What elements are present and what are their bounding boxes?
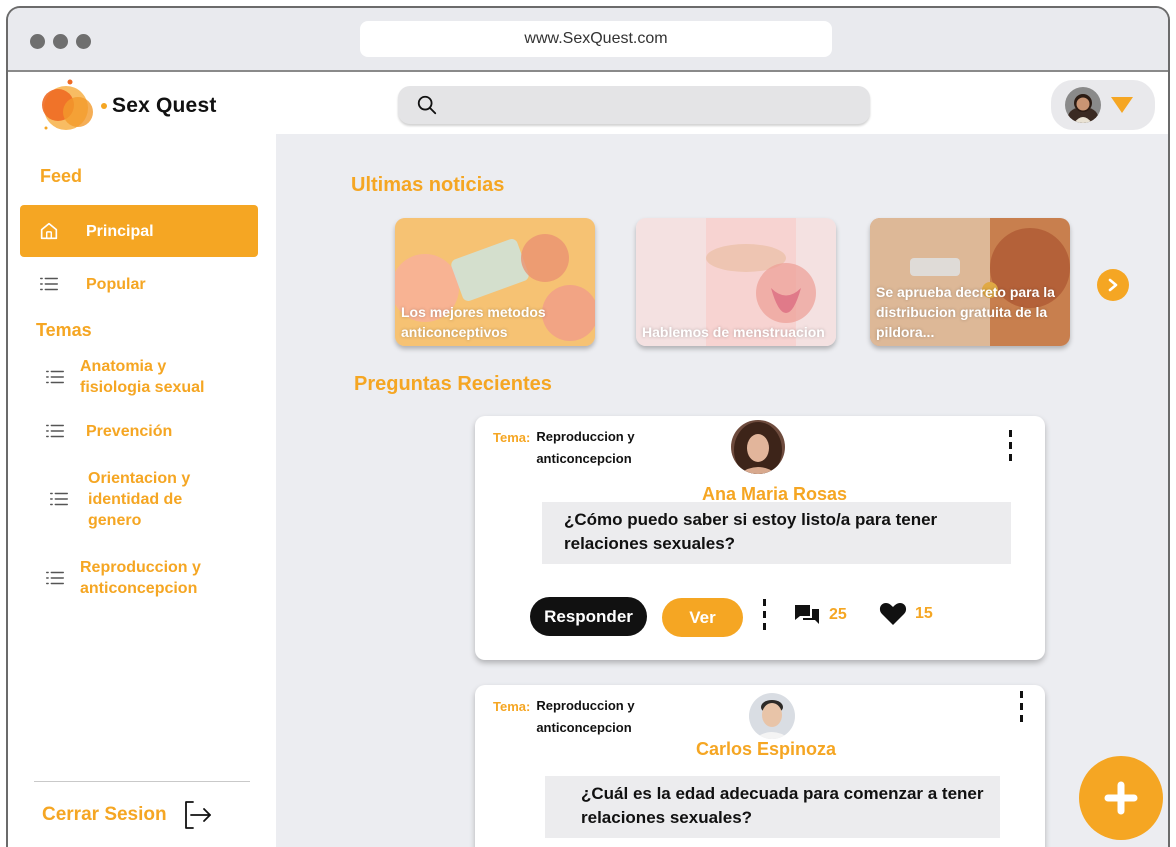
home-icon xyxy=(40,222,58,240)
sidebar-item-label: Prevención xyxy=(86,422,173,440)
window-dot[interactable] xyxy=(30,34,45,49)
more-options-icon[interactable] xyxy=(763,599,767,630)
browser-window: www.SexQuest.com Sex Quest Feed Principa… xyxy=(6,6,1170,847)
question-topic: Tema: Reproduccion y anticoncepcion xyxy=(493,698,646,739)
question-topic: Tema: Reproduccion y anticoncepcion xyxy=(493,429,646,470)
sidebar-item-principal[interactable]: Principal xyxy=(20,205,258,257)
question-text: ¿Cuál es la edad adecuada para comenzar … xyxy=(545,776,1000,838)
sidebar-heading-topics: Temas xyxy=(36,320,92,340)
sidebar-item-label: Orientacion y identidad de genero xyxy=(88,469,191,529)
window-controls xyxy=(30,34,91,49)
sidebar-heading-feed: Feed xyxy=(40,166,83,186)
address-bar[interactable]: www.SexQuest.com xyxy=(360,21,832,57)
news-card[interactable]: Hablemos de menstruacion xyxy=(636,218,836,346)
sidebar-item-reproduccion[interactable]: Reproduccion y anticoncepcion xyxy=(20,556,258,600)
comments-icon xyxy=(795,605,819,624)
list-icon xyxy=(46,370,64,384)
news-caption: Hablemos de menstruacion xyxy=(642,324,825,340)
question-card: Tema: Reproduccion y anticoncepcion Carl… xyxy=(475,685,1045,847)
sidebar-divider xyxy=(34,781,250,782)
question-card: Tema: Reproduccion y anticoncepcion Ana … xyxy=(475,416,1045,660)
avatar[interactable] xyxy=(731,420,785,474)
question-text: ¿Cómo puedo saber si estoy listo/a para … xyxy=(542,502,1011,564)
sidebar-item-label: Anatomia y fisiologia sexual xyxy=(80,358,205,396)
add-question-button[interactable] xyxy=(1079,756,1163,840)
topic-value[interactable]: Reproduccion y anticoncepcion xyxy=(536,695,646,739)
chevron-down-icon xyxy=(1111,97,1133,113)
sidebar-item-label: Principal xyxy=(86,222,154,240)
plus-icon xyxy=(1104,781,1138,815)
sidebar-item-prevencion[interactable]: Prevención xyxy=(20,418,258,444)
likes-value: 15 xyxy=(915,605,933,622)
avatar[interactable] xyxy=(749,693,795,739)
topic-value[interactable]: Reproduccion y anticoncepcion xyxy=(536,426,646,470)
sidebar: Feed Principal Popular Temas Anatomia y … xyxy=(8,134,276,847)
question-author[interactable]: Carlos Espinoza xyxy=(696,739,836,760)
list-icon xyxy=(40,277,58,291)
logout-button[interactable]: Cerrar Sesion xyxy=(42,798,215,832)
news-section-title: Ultimas noticias xyxy=(351,174,505,196)
user-menu-button[interactable] xyxy=(1051,80,1155,130)
news-card[interactable]: Los mejores metodos anticonceptivos xyxy=(395,218,595,346)
list-icon xyxy=(46,424,64,438)
sidebar-item-label: Popular xyxy=(86,275,146,293)
comments-value: 25 xyxy=(829,606,847,623)
logout-icon xyxy=(184,801,211,829)
sidebar-item-orientacion[interactable]: Orientacion y identidad de genero xyxy=(20,466,258,532)
comments-count[interactable]: 25 xyxy=(793,602,847,628)
list-icon xyxy=(50,492,68,506)
search-bar[interactable] xyxy=(398,86,870,124)
brand-name: Sex Quest xyxy=(112,94,217,117)
search-icon xyxy=(417,95,437,115)
topic-key: Tema: xyxy=(493,430,531,445)
more-options-icon[interactable] xyxy=(1020,691,1024,722)
browser-chrome: www.SexQuest.com xyxy=(8,8,1168,72)
reply-button[interactable]: Responder xyxy=(530,597,647,636)
sidebar-item-label: Reproduccion y anticoncepcion xyxy=(80,559,201,597)
news-caption: Se aprueba decreto para la distribucion … xyxy=(876,284,1055,340)
likes-count[interactable]: 15 xyxy=(879,602,933,626)
chevron-right-icon xyxy=(1108,278,1118,292)
logout-label: Cerrar Sesion xyxy=(42,804,167,825)
topic-key: Tema: xyxy=(493,699,531,714)
view-button[interactable]: Ver xyxy=(662,598,743,637)
search-input[interactable] xyxy=(448,96,870,114)
list-icon xyxy=(46,571,64,585)
window-dot[interactable] xyxy=(76,34,91,49)
sidebar-item-anatomia[interactable]: Anatomia y fisiologia sexual xyxy=(20,355,258,399)
more-options-icon[interactable] xyxy=(1009,430,1013,461)
window-dot[interactable] xyxy=(53,34,68,49)
news-next-button[interactable] xyxy=(1097,269,1129,301)
news-card[interactable]: Se aprueba decreto para la distribucion … xyxy=(870,218,1070,346)
logo-icon xyxy=(42,79,107,130)
heart-icon xyxy=(879,603,907,625)
sidebar-item-popular[interactable]: Popular xyxy=(20,270,258,298)
news-caption: Los mejores metodos anticonceptivos xyxy=(401,304,546,340)
questions-section-title: Preguntas Recientes xyxy=(354,373,552,395)
app-header: Sex Quest xyxy=(8,72,1168,134)
avatar xyxy=(1065,87,1101,123)
